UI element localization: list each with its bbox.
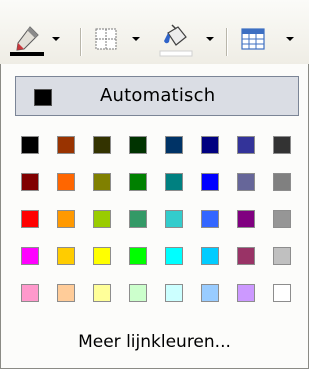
color-swatch[interactable] <box>201 210 219 228</box>
fill-color-dropdown-icon[interactable] <box>206 37 214 41</box>
toolbar-separator <box>226 28 227 56</box>
color-swatch[interactable] <box>273 247 291 265</box>
color-swatch[interactable] <box>201 136 219 154</box>
line-color-button[interactable] <box>8 23 74 57</box>
color-swatch[interactable] <box>93 173 111 191</box>
line-color-popup: Automatisch Meer lijnkleuren... <box>0 64 309 369</box>
color-swatch[interactable] <box>129 136 147 154</box>
table-button[interactable] <box>238 23 300 57</box>
line-color-pen-icon <box>10 26 44 56</box>
color-swatch[interactable] <box>21 284 39 302</box>
fill-bucket-icon <box>159 24 193 57</box>
color-swatch[interactable] <box>273 136 291 154</box>
borders-button[interactable] <box>92 23 150 57</box>
color-swatch[interactable] <box>237 210 255 228</box>
color-swatch[interactable] <box>165 284 183 302</box>
line-color-dropdown-icon[interactable] <box>52 37 60 41</box>
automatic-color-button[interactable]: Automatisch <box>15 76 299 116</box>
automatic-color-label: Automatisch <box>100 85 216 106</box>
color-swatch[interactable] <box>93 247 111 265</box>
color-swatch[interactable] <box>165 136 183 154</box>
automatic-color-swatch <box>34 89 52 106</box>
color-swatch[interactable] <box>21 210 39 228</box>
color-swatch[interactable] <box>273 284 291 302</box>
color-swatch[interactable] <box>57 173 75 191</box>
color-swatch[interactable] <box>129 284 147 302</box>
color-swatch[interactable] <box>273 173 291 191</box>
color-swatch[interactable] <box>237 136 255 154</box>
color-swatch[interactable] <box>93 136 111 154</box>
table-icon <box>241 28 265 50</box>
color-swatch[interactable] <box>165 210 183 228</box>
color-swatch[interactable] <box>165 247 183 265</box>
table-dropdown-icon[interactable] <box>286 37 294 41</box>
color-swatch[interactable] <box>57 247 75 265</box>
borders-grid-icon <box>95 28 117 50</box>
color-swatch[interactable] <box>165 173 183 191</box>
toolbar-separator <box>80 28 81 56</box>
color-swatch[interactable] <box>129 247 147 265</box>
color-swatch[interactable] <box>237 284 255 302</box>
color-swatch[interactable] <box>21 247 39 265</box>
toolbar <box>0 0 309 64</box>
color-swatch[interactable] <box>201 173 219 191</box>
more-line-colors-link[interactable]: Meer lijnkleuren... <box>1 332 308 352</box>
color-swatch[interactable] <box>129 210 147 228</box>
fill-color-button[interactable] <box>158 23 220 57</box>
color-swatch[interactable] <box>201 284 219 302</box>
color-swatch[interactable] <box>93 210 111 228</box>
fill-color-current-swatch <box>159 50 193 57</box>
color-swatch[interactable] <box>201 247 219 265</box>
color-swatch[interactable] <box>237 173 255 191</box>
color-swatch[interactable] <box>21 136 39 154</box>
color-swatch[interactable] <box>93 284 111 302</box>
borders-dropdown-icon[interactable] <box>132 37 140 41</box>
color-palette <box>21 136 301 306</box>
color-swatch[interactable] <box>57 284 75 302</box>
color-swatch[interactable] <box>273 210 291 228</box>
color-swatch[interactable] <box>57 136 75 154</box>
color-swatch[interactable] <box>237 247 255 265</box>
line-color-current-swatch <box>10 52 44 56</box>
color-swatch[interactable] <box>57 210 75 228</box>
color-swatch[interactable] <box>21 173 39 191</box>
color-swatch[interactable] <box>129 173 147 191</box>
